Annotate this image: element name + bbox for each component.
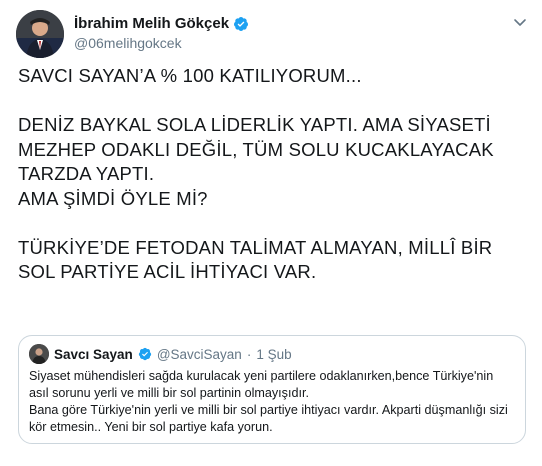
quoted-date[interactable]: 1 Şub bbox=[256, 347, 291, 362]
verified-badge-icon bbox=[233, 16, 249, 32]
quoted-author-avatar bbox=[29, 344, 49, 364]
quoted-author-handle: @SavciSayan bbox=[156, 346, 242, 362]
author-name[interactable]: İbrahim Melih Gökçek bbox=[74, 14, 229, 33]
quoted-tweet-header: Savcı Sayan @SavciSayan · 1 Şub bbox=[29, 344, 292, 364]
author-info: İbrahim Melih Gökçek @06melihgokcek bbox=[74, 14, 249, 53]
tweet-text: SAVCI SAYAN’A % 100 KATILIYORUM... DENİZ… bbox=[18, 65, 494, 282]
quoted-tweet-text: Siyaset mühendisleri sağda kurulacak yen… bbox=[29, 369, 508, 434]
chevron-down-icon[interactable] bbox=[512, 14, 528, 30]
author-name-row: İbrahim Melih Gökçek bbox=[74, 14, 249, 33]
author-handle[interactable]: @06melihgokcek bbox=[74, 34, 249, 53]
author-avatar[interactable] bbox=[16, 10, 64, 58]
tweet-card: İbrahim Melih Gökçek @06melihgokcek SAVC… bbox=[0, 0, 542, 466]
quoted-author-name: Savcı Sayan bbox=[54, 346, 133, 362]
quoted-tweet[interactable]: Savcı Sayan @SavciSayan · 1 Şub Siyaset … bbox=[18, 335, 526, 444]
quoted-separator: · bbox=[246, 346, 252, 362]
verified-badge-icon bbox=[138, 347, 152, 361]
